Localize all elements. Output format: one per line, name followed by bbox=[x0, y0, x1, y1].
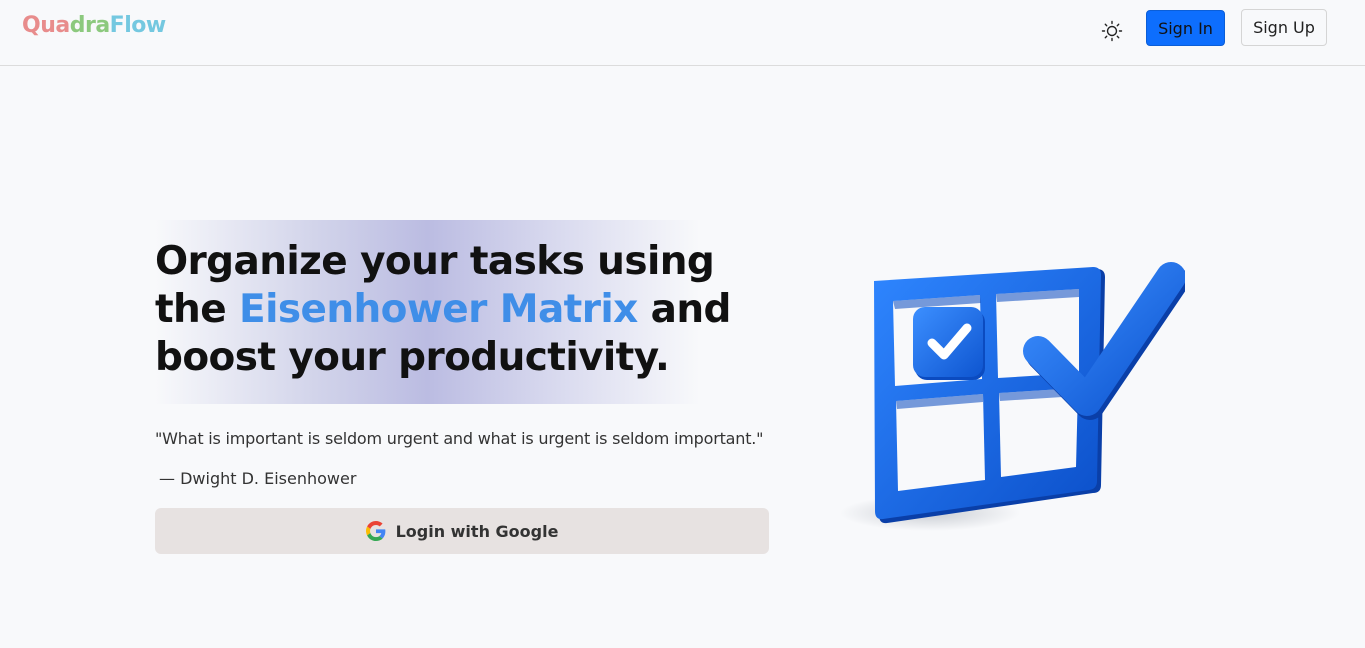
top-navbar: QuadraFlow Sign In Sign Up bbox=[0, 0, 1365, 66]
headline-accent: Eisenhower Matrix bbox=[239, 287, 638, 332]
brand-logo[interactable]: QuadraFlow bbox=[22, 13, 166, 38]
logo-part-3: Flow bbox=[109, 13, 167, 38]
sign-in-button[interactable]: Sign In bbox=[1146, 10, 1225, 46]
sun-icon[interactable] bbox=[1101, 20, 1123, 42]
logo-part-1: Qua bbox=[22, 13, 70, 38]
logo-part-2: dra bbox=[69, 13, 110, 38]
matrix-checkmark-icon bbox=[835, 255, 1189, 540]
quote-author: — Dwight D. Eisenhower bbox=[159, 469, 357, 488]
login-with-google-button[interactable]: Login with Google bbox=[155, 508, 769, 554]
hero-headline: Organize your tasks using the Eisenhower… bbox=[155, 238, 735, 382]
google-g-icon bbox=[365, 521, 386, 541]
google-button-label: Login with Google bbox=[395, 521, 559, 541]
eisenhower-quote: "What is important is seldom urgent and … bbox=[155, 429, 764, 448]
sign-up-button[interactable]: Sign Up bbox=[1241, 9, 1327, 46]
